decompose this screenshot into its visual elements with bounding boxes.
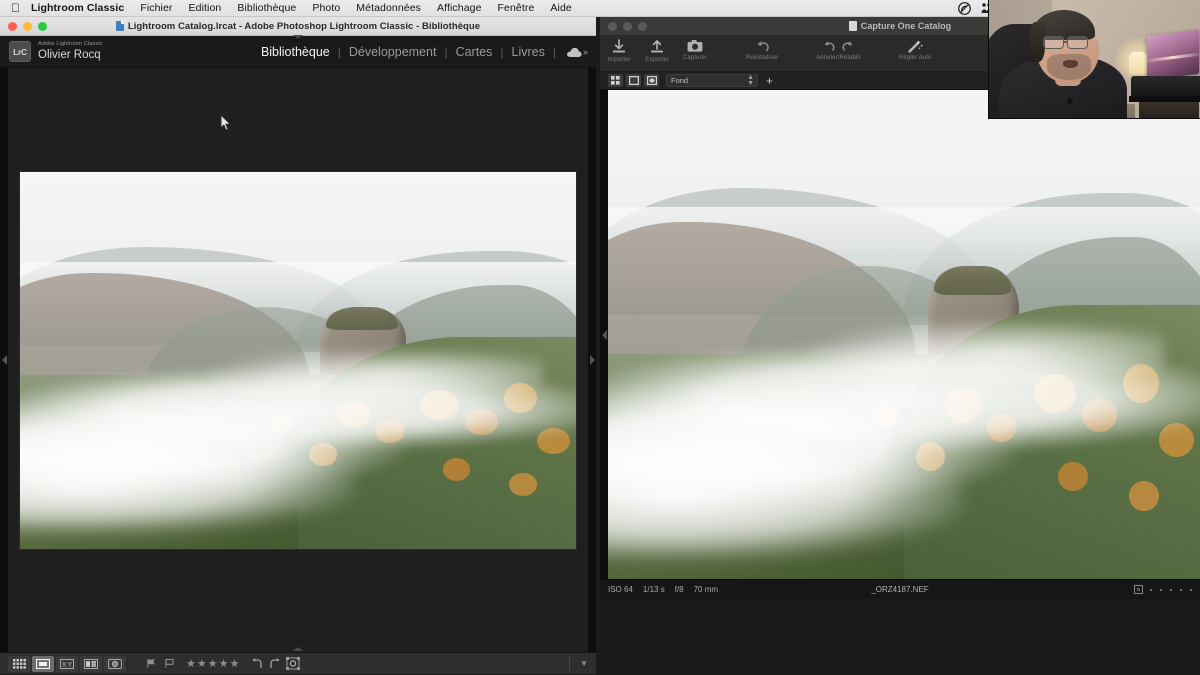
viewer-button[interactable] xyxy=(626,74,641,87)
captureone-viewer-stage xyxy=(600,90,1200,579)
rating-dot[interactable] xyxy=(1150,588,1152,591)
capture-label: Capturer xyxy=(682,55,708,61)
captureone-info-bar: ISO 64 1/13 s f/8 70 mm _ORZ4187.NEF xyxy=(600,579,1200,599)
undo-redo-label: Annuler/Rétablir xyxy=(816,55,861,61)
people-view-button[interactable] xyxy=(104,655,126,672)
captureone-left-panel-toggle[interactable] xyxy=(600,90,608,579)
webcam-overlay xyxy=(988,0,1200,119)
module-picker[interactable]: Bibliothèque | Développement | Cartes | … xyxy=(253,36,588,68)
lightroom-window[interactable]: Lightroom Catalog.lrcat - Adobe Photosho… xyxy=(0,17,596,675)
auto-adjust-button[interactable]: Régler Auto xyxy=(893,39,937,61)
chevron-left-icon xyxy=(601,329,607,340)
lightroom-logo-icon: LrC xyxy=(9,41,31,62)
svg-text:X: X xyxy=(62,661,67,668)
glasses-right-lens xyxy=(1067,36,1088,49)
stepper-updown-icon[interactable]: ▲ ▼ xyxy=(747,74,754,87)
bottom-panel-toggle[interactable] xyxy=(293,647,303,651)
module-bibliotheque[interactable]: Bibliothèque xyxy=(253,45,338,59)
captureone-window-title-text: Capture One Catalog xyxy=(860,21,952,31)
capture-button[interactable]: Capturer xyxy=(676,39,714,61)
compare-view-button[interactable]: X Y xyxy=(56,655,78,672)
catalog-document-icon xyxy=(115,21,124,31)
menu-edition[interactable]: Edition xyxy=(181,2,230,14)
menu-photo[interactable]: Photo xyxy=(304,2,348,14)
module-livres[interactable]: Livres xyxy=(504,45,553,59)
auto-adjust-label: Régler Auto xyxy=(898,55,932,61)
rotate-right-button[interactable] xyxy=(266,656,284,672)
lightroom-content xyxy=(0,68,596,652)
loupe-view-button[interactable] xyxy=(32,655,54,672)
screen-root: Lightroom Catalog.lrcat - Adobe Photosho… xyxy=(0,0,1200,675)
export-label: Exporter xyxy=(645,57,669,63)
plus-icon[interactable]: + xyxy=(766,75,773,87)
landscape-photo-artwork-c1 xyxy=(608,90,1200,579)
rating-dot[interactable] xyxy=(1180,588,1182,591)
grid-view-button[interactable] xyxy=(8,655,30,672)
lapel-microphone xyxy=(1067,98,1073,104)
identity-user: Olivier Rocq xyxy=(38,48,101,61)
svg-text:Y: Y xyxy=(68,661,73,668)
star-rating-dots[interactable] xyxy=(1150,588,1192,591)
lightroom-photo[interactable] xyxy=(20,171,576,549)
rating-dot[interactable] xyxy=(1170,588,1172,591)
lightroom-toolbar[interactable]: X Y ★★★★★ ▼ xyxy=(0,652,596,674)
menu-affichage[interactable]: Affichage xyxy=(429,2,490,14)
rotate-left-button[interactable] xyxy=(248,656,266,672)
background-select-value: Fond xyxy=(671,76,689,85)
filename-label: _ORZ4187.NEF xyxy=(871,585,929,594)
undo-redo-button[interactable]: Annuler/Rétablir xyxy=(810,39,867,61)
rating-dot[interactable] xyxy=(1160,588,1162,591)
identity-product: Adobe Lightroom Classic xyxy=(38,41,103,48)
toolbar-chevron-down-icon[interactable]: ▼ xyxy=(580,659,588,668)
flag-buttons[interactable] xyxy=(142,656,178,672)
captureone-browser-area xyxy=(600,599,1200,675)
chevron-left-icon xyxy=(1,355,7,365)
lightroom-window-title: Lightroom Catalog.lrcat - Adobe Photosho… xyxy=(0,21,596,32)
lightroom-loupe-stage[interactable] xyxy=(8,68,588,652)
import-label: Importer xyxy=(607,57,631,63)
module-developpement[interactable]: Développement xyxy=(341,45,445,59)
identity-plate[interactable]: LrC Adobe Lightroom Classic Olivier Rocq xyxy=(0,41,103,62)
reset-label: Réinitialiser xyxy=(746,55,779,61)
lightroom-titlebar[interactable]: Lightroom Catalog.lrcat - Adobe Photosho… xyxy=(0,17,596,36)
left-panel-toggle[interactable] xyxy=(0,68,8,652)
color-tag-icon[interactable] xyxy=(1134,585,1143,594)
reset-button[interactable]: Réinitialiser xyxy=(740,39,784,61)
flag-pick-icon[interactable] xyxy=(142,656,160,672)
cloud-sync-button[interactable]: » xyxy=(556,47,588,58)
menu-app-name[interactable]: Lightroom Classic xyxy=(31,2,132,14)
viewer-detail-button[interactable] xyxy=(644,74,659,87)
lightroom-module-header: LrC Adobe Lightroom Classic Olivier Rocq… xyxy=(0,35,596,68)
captureone-photo[interactable] xyxy=(608,90,1200,579)
cloud-chevron-icon: » xyxy=(582,47,588,57)
import-button[interactable]: Importer xyxy=(600,39,638,63)
mouse-cursor xyxy=(220,113,232,136)
rating-dot[interactable] xyxy=(1190,588,1192,591)
menu-fichier[interactable]: Fichier xyxy=(132,2,180,14)
menu-metadonnees[interactable]: Métadonnées xyxy=(348,2,429,14)
chevron-right-icon xyxy=(589,355,595,365)
target-adjust-button[interactable] xyxy=(284,656,302,672)
landscape-photo-artwork xyxy=(20,171,576,549)
glasses-left-lens xyxy=(1043,36,1064,49)
survey-view-button[interactable] xyxy=(80,655,102,672)
rating-controls[interactable] xyxy=(1134,585,1192,594)
right-panel-toggle[interactable] xyxy=(588,68,596,652)
cloud-sync-icon xyxy=(566,47,582,58)
menu-bibliotheque[interactable]: Bibliothèque xyxy=(229,2,304,14)
apple-logo-icon[interactable]:  xyxy=(11,2,20,14)
menu-aide[interactable]: Aide xyxy=(542,2,579,14)
lightroom-window-title-text: Lightroom Catalog.lrcat - Adobe Photosho… xyxy=(127,20,481,32)
flag-reject-icon[interactable] xyxy=(160,656,178,672)
module-cartes[interactable]: Cartes xyxy=(448,45,501,59)
toolbar-divider xyxy=(569,656,570,671)
menu-fenetre[interactable]: Fenêtre xyxy=(490,2,543,14)
background-select[interactable]: Fond ▲ ▼ xyxy=(666,74,758,87)
star-rating[interactable]: ★★★★★ xyxy=(178,657,248,670)
export-button[interactable]: Exporter xyxy=(638,39,676,63)
creative-cloud-icon[interactable] xyxy=(958,1,971,15)
catalog-document-icon xyxy=(848,21,857,31)
browser-grid-button[interactable] xyxy=(608,74,623,87)
